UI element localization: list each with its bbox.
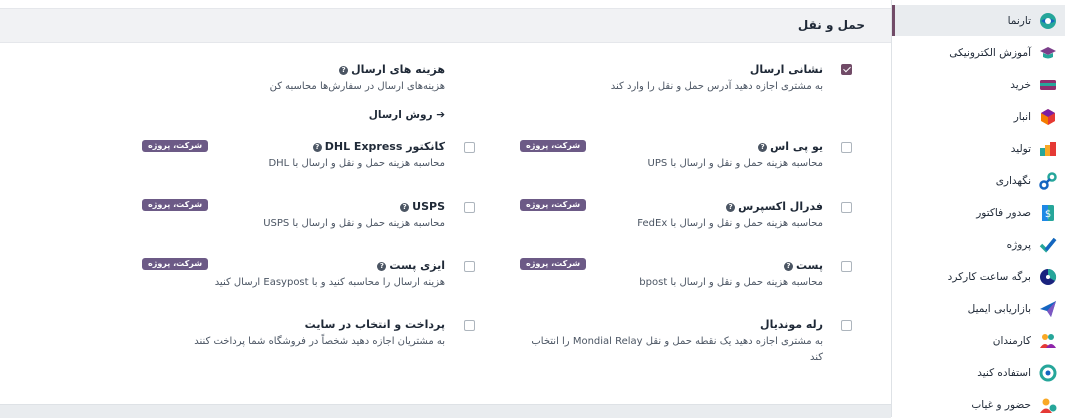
fedex-label: فدرال اکسپرس — [738, 200, 823, 213]
shipping-methods-label: روش ارسال — [368, 109, 433, 121]
sidebar-item-invoicing[interactable]: $ صدور فاکتور — [892, 198, 1065, 228]
sidebar-item-project[interactable]: پروژه — [892, 230, 1065, 260]
sidebar-item-timesheet[interactable]: برگه ساعت کارکرد — [892, 262, 1065, 292]
timesheet-icon — [1040, 268, 1057, 285]
ups-label: یو پی اس — [770, 140, 823, 153]
help-icon[interactable]: ? — [726, 202, 736, 212]
company-project-badge: شرکت، پروژه — [142, 140, 209, 152]
bpost-label: پست — [796, 259, 823, 272]
sidebar-item-label: بازاریابی ایمیل — [967, 303, 1031, 315]
sidebar-item-label: صدور فاکتور — [976, 207, 1031, 219]
company-project-badge: شرکت، پروژه — [142, 258, 209, 270]
next-section-header — [0, 404, 891, 418]
shipping-costs-desc: هزینه‌های ارسال در سفارش‌ها محاسبه کن — [269, 81, 445, 92]
employees-icon — [1040, 334, 1056, 348]
elearning-icon — [1040, 47, 1056, 59]
sidebar-item-attendance[interactable]: حضور و غیاب — [892, 390, 1065, 420]
fedex-title: فدرال اکسپرس? — [723, 200, 823, 213]
section-header: حمل و نقل — [0, 8, 891, 43]
settings-sidebar: تارنما آموزش الکترونیکی خرید انبار تولید… — [891, 0, 1065, 417]
bpost-checkbox[interactable] — [841, 261, 852, 272]
purchase-icon — [1040, 80, 1056, 90]
sidebar-item-maintenance[interactable]: نگهداری — [892, 166, 1065, 196]
project-icon — [1039, 237, 1057, 253]
attendance-icon — [1040, 398, 1057, 413]
website-icon — [1040, 12, 1056, 29]
maintenance-icon — [1039, 172, 1057, 190]
shipping-methods-link[interactable]: ➔ روش ارسال — [369, 109, 445, 121]
invoicing-icon: $ — [1042, 205, 1054, 221]
email-marketing-icon — [1040, 301, 1056, 317]
sidebar-item-label: تارنما — [1007, 14, 1031, 27]
ups-title: یو پی اس? — [755, 140, 823, 153]
mondial-relay-desc-line2: کند — [809, 352, 823, 363]
sidebar-item-recruitment[interactable]: استفاده کنید — [892, 358, 1065, 388]
sidebar-item-purchase[interactable]: خرید — [892, 70, 1065, 100]
easypost-checkbox[interactable] — [464, 261, 475, 272]
sidebar-item-label: پروژه — [1006, 239, 1031, 251]
shipping-address-label: نشانی ارسال — [749, 63, 823, 76]
dhl-title: کانکتور DHL Express? — [310, 140, 445, 153]
help-icon[interactable]: ? — [339, 65, 349, 75]
shipping-costs-title: هزینه های ارسال? — [336, 63, 445, 76]
usps-label: USPS — [412, 200, 445, 213]
help-icon[interactable]: ? — [784, 261, 794, 271]
sidebar-item-label: کارمندان — [992, 335, 1031, 347]
sidebar-item-elearning[interactable]: آموزش الکترونیکی — [892, 38, 1065, 68]
onsite-payment-label: پرداخت و انتخاب در سایت — [304, 318, 445, 331]
company-project-badge: شرکت، پروژه — [520, 258, 587, 270]
sidebar-item-label: خرید — [1010, 79, 1031, 91]
settings-main: حمل و نقل نشانی ارسال به مشتری اجازه دهی… — [0, 0, 891, 418]
easypost-title: ایزی پست? — [374, 259, 445, 272]
mondial-relay-label: رله موندیال — [760, 318, 823, 331]
help-icon[interactable]: ? — [758, 142, 768, 152]
help-icon[interactable]: ? — [312, 142, 322, 152]
help-icon[interactable]: ? — [377, 261, 387, 271]
ups-checkbox[interactable] — [841, 142, 852, 153]
company-project-badge: شرکت، پروژه — [520, 140, 587, 152]
sidebar-item-label: نگهداری — [995, 175, 1031, 187]
easypost-desc: هزینه ارسال را محاسبه کنید و با Easypost… — [214, 277, 445, 288]
sidebar-item-inventory[interactable]: انبار — [892, 102, 1065, 132]
manufacturing-icon — [1040, 142, 1056, 156]
onsite-payment-desc: به مشتریان اجازه دهید شخصاً در فروشگاه ش… — [194, 336, 445, 347]
sidebar-item-label: حضور و غیاب — [971, 399, 1031, 411]
inventory-icon — [1041, 109, 1055, 125]
svg-text:$: $ — [1045, 209, 1051, 220]
dhl-checkbox[interactable] — [464, 142, 475, 153]
recruitment-icon — [1039, 364, 1057, 382]
company-project-badge: شرکت، پروژه — [520, 199, 587, 211]
sidebar-item-label: انبار — [1013, 111, 1031, 123]
sidebar-item-label: تولید — [1010, 143, 1031, 155]
shipping-costs-label: هزینه های ارسال — [351, 63, 445, 76]
mondial-relay-desc-line1: به مشتری اجازه دهید یک نقطه حمل و نقل Mo… — [531, 336, 823, 347]
dhl-label: کانکتور DHL Express — [324, 140, 445, 153]
arrow-right-icon: ➔ — [436, 109, 445, 121]
shipping-address-checkbox[interactable] — [841, 64, 852, 75]
ups-desc: محاسبه هزینه حمل و نقل و ارسال با UPS — [647, 158, 823, 169]
sidebar-item-label: استفاده کنید — [977, 367, 1031, 379]
bpost-desc: محاسبه هزینه حمل و نقل و ارسال با bpost — [639, 277, 823, 288]
dhl-desc: محاسبه هزینه حمل و نقل و ارسال با DHL — [268, 158, 445, 169]
sidebar-item-website[interactable]: تارنما — [892, 5, 1065, 36]
sidebar-item-manufacturing[interactable]: تولید — [892, 134, 1065, 164]
shipping-address-desc: به مشتری اجازه دهید آدرس حمل و نقل را وا… — [610, 81, 823, 92]
top-strip — [0, 0, 891, 8]
fedex-desc: محاسبه هزینه حمل و نقل و ارسال با FedEx — [637, 218, 823, 229]
easypost-label: ایزی پست — [389, 259, 445, 272]
help-icon[interactable]: ? — [400, 202, 410, 212]
fedex-checkbox[interactable] — [841, 202, 852, 213]
usps-title: USPS? — [397, 200, 445, 213]
bpost-title: پست? — [781, 259, 823, 272]
sidebar-item-email-marketing[interactable]: بازاریابی ایمیل — [892, 294, 1065, 324]
sidebar-item-employees[interactable]: کارمندان — [892, 326, 1065, 356]
mondial-relay-checkbox[interactable] — [841, 320, 852, 331]
usps-desc: محاسبه هزینه حمل و نقل و ارسال با USPS — [263, 218, 445, 229]
onsite-payment-checkbox[interactable] — [464, 320, 475, 331]
section-title: حمل و نقل — [797, 18, 865, 32]
usps-checkbox[interactable] — [464, 202, 475, 213]
sidebar-item-label: برگه ساعت کارکرد — [947, 271, 1031, 283]
company-project-badge: شرکت، پروژه — [142, 199, 209, 211]
sidebar-item-label: آموزش الکترونیکی — [949, 47, 1031, 59]
